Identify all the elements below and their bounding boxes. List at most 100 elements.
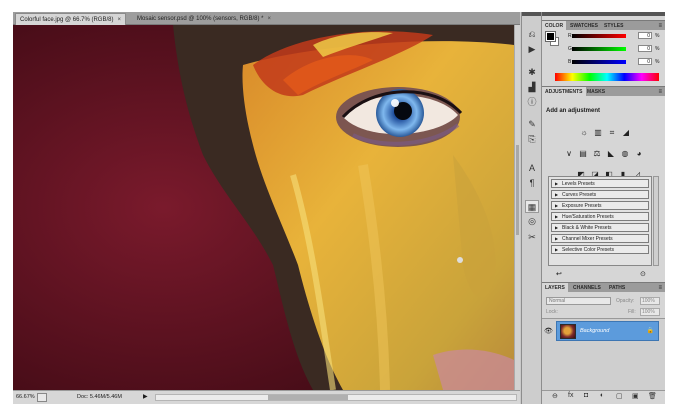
trash-icon[interactable]: 🗑 [648,392,657,400]
document-canvas[interactable] [13,25,514,390]
levels-icon[interactable]: ▥ [593,128,603,137]
close-icon[interactable]: × [267,16,271,22]
tab-color[interactable]: COLOR [542,21,567,31]
layer-background[interactable]: Background 🔒 [556,321,659,341]
panel-icon-strip: ⎌ ▶ ✱ ▟ ⓘ ✎ ⎘ A ¶ ▦ ◎ ✂ [521,12,542,404]
r-value[interactable]: 0 [638,32,652,39]
blend-mode-select[interactable]: Normal [546,297,611,305]
status-bar: 66.67% Doc: 5.46M/5.46M ▶ [13,390,520,404]
tab-mosaic-sensor[interactable]: Mosaic sensor.psd @ 100% (sensors, RGB/8… [133,13,275,25]
color-panel-header: COLOR SWATCHES STYLES ≡ [542,20,665,31]
panel-menu-icon[interactable]: ≡ [658,87,662,97]
b-value[interactable]: 0 [638,58,652,65]
b-unit: % [655,59,660,65]
panel-menu-icon[interactable]: ≡ [658,21,662,31]
opacity-field[interactable]: 100% [640,297,660,305]
return-icon[interactable]: ↩ [556,270,562,278]
preset-item[interactable]: Channel Mixer Presets [551,234,649,243]
strip-header [522,12,541,16]
tab-layers[interactable]: LAYERS [542,283,568,293]
histogram-icon[interactable]: ▟ [525,81,539,94]
clone-source-icon[interactable]: ⎘ [525,133,539,146]
tools-icon[interactable]: ✂ [525,231,539,244]
presets-list: Levels Presets Curves Presets Exposure P… [548,176,652,266]
tab-colorful-face[interactable]: Colorful face.jpg @ 66.7% (RGB/8) × [15,13,126,25]
character-icon[interactable]: A [525,162,539,175]
g-unit: % [655,46,660,52]
presets-scrollbar[interactable] [653,176,659,266]
tab-masks[interactable]: MASKS [584,87,608,97]
right-panels: COLOR SWATCHES STYLES ≡ R 0 % G 0 % B 0 … [542,12,665,404]
add-mask-icon[interactable]: ◘ [584,392,588,399]
fill-field[interactable]: 100% [640,308,660,316]
preset-item[interactable]: Hue/Saturation Presets [551,212,649,221]
share-icon[interactable] [37,393,47,402]
new-adjustment-icon[interactable]: ◐ [600,392,604,399]
photo-filter-icon[interactable]: ◍ [620,149,630,158]
horizontal-scrollbar[interactable] [155,394,517,401]
opacity-label: Opacity: [616,298,635,304]
preset-item[interactable]: Curves Presets [551,190,649,199]
exposure-icon[interactable]: ◢ [621,128,631,137]
layers-list: 👁 Background 🔒 [542,318,665,390]
adjustments-title: Add an adjustment [546,108,601,114]
masks-strip-icon[interactable]: ◎ [525,215,539,228]
fx-icon[interactable]: fx [568,392,573,399]
foreground-color-swatch[interactable] [545,31,556,42]
tab-styles[interactable]: STYLES [601,21,626,31]
adjustments-panel-header: ADJUSTMENTS MASKS ≡ [542,86,665,97]
visibility-eye-icon[interactable]: 👁 [544,327,553,335]
tab-swatches[interactable]: SWATCHES [567,21,601,31]
adjustments-footer: ↩ ⊙ [542,270,665,280]
paragraph-icon[interactable]: ¶ [525,177,539,190]
layer-name: Background [580,328,610,334]
scroll-thumb[interactable] [268,395,348,400]
new-group-icon[interactable]: ▢ [616,392,623,400]
navigator-icon[interactable]: ✱ [525,66,539,79]
black-white-icon[interactable]: ◣ [606,149,616,158]
adjustments-strip-icon[interactable]: ▦ [525,200,539,213]
b-label: B [568,59,572,65]
tab-channels[interactable]: CHANNELS [570,283,604,293]
document-tab-bar: Colorful face.jpg @ 66.7% (RGB/8) × Mosai… [13,12,520,25]
b-slider[interactable] [572,60,626,64]
preset-item[interactable]: Selective Color Presets [551,245,649,254]
layers-panel-header: LAYERS CHANNELS PATHS ≡ [542,282,665,293]
scroll-thumb[interactable] [516,145,519,235]
history-icon[interactable]: ⎌ [525,28,539,41]
brightness-icon[interactable]: ☼ [579,128,589,137]
info-icon[interactable]: ⓘ [525,96,539,109]
r-slider[interactable] [572,34,626,38]
g-value[interactable]: 0 [638,45,652,52]
layer-thumbnail [560,324,576,339]
g-slider[interactable] [572,47,626,51]
link-layers-icon[interactable]: ⊖ [552,392,558,400]
close-icon[interactable]: × [117,17,121,23]
channel-mixer-icon[interactable]: ◕ [634,149,644,158]
new-layer-icon[interactable]: ▣ [632,392,639,400]
panel-menu-icon[interactable]: ≡ [658,283,662,293]
zoom-level[interactable]: 66.67% [16,391,35,404]
r-unit: % [655,33,660,39]
face-photo [13,25,514,390]
doc-size: Doc: 5.46M/5.46M [77,394,122,400]
panel-dock-bar [542,12,665,16]
brushes-icon[interactable]: ✎ [525,118,539,131]
vertical-scrollbar[interactable] [514,25,520,390]
vibrance-icon[interactable]: ∨ [564,149,574,158]
curves-icon[interactable]: ⌗ [607,128,617,137]
lock-icon: 🔒 [646,328,654,334]
photoshop-window: Colorful face.jpg @ 66.7% (RGB/8) × Mosai… [13,12,665,404]
clip-icon[interactable]: ⊙ [640,270,646,278]
color-spectrum[interactable] [555,73,659,81]
tab-adjustments[interactable]: ADJUSTMENTS [542,87,586,97]
lock-label: Lock: [546,309,558,315]
preset-item[interactable]: Black & White Presets [551,223,649,232]
color-balance-icon[interactable]: ⚖ [592,149,602,158]
status-menu-arrow-icon[interactable]: ▶ [143,391,148,404]
hue-saturation-icon[interactable]: ▤ [578,149,588,158]
actions-icon[interactable]: ▶ [525,43,539,56]
preset-item[interactable]: Levels Presets [551,179,649,188]
preset-item[interactable]: Exposure Presets [551,201,649,210]
tab-paths[interactable]: PATHS [606,283,628,293]
